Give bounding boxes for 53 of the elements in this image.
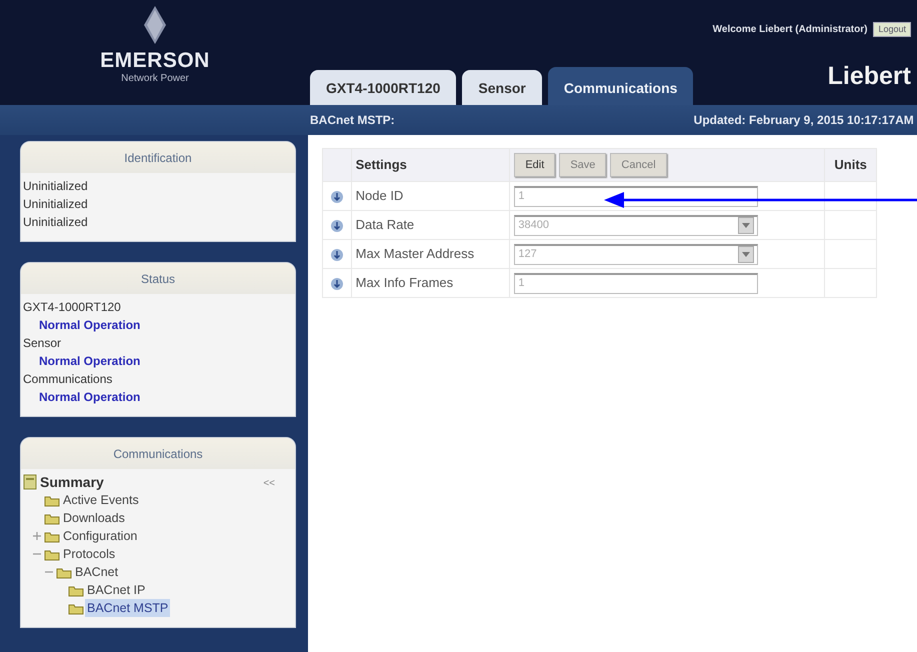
- folder-icon: [44, 548, 60, 560]
- identification-value: Uninitialized: [23, 196, 89, 213]
- dropdown-arrow-icon: [742, 252, 750, 257]
- folder-icon: [68, 602, 84, 614]
- folder-icon: [44, 512, 60, 524]
- tree-item[interactable]: BACnet IP: [85, 581, 148, 599]
- status-text: Normal Operation: [38, 389, 142, 406]
- folder-icon: [56, 566, 72, 578]
- info-icon[interactable]: [330, 276, 344, 291]
- folder-icon: [44, 494, 60, 506]
- device-name: Communications: [23, 371, 114, 388]
- dropdown-arrow-icon: [742, 223, 750, 228]
- tree-item[interactable]: Summary: [38, 473, 106, 491]
- updated-time: Updated: February 9, 2015 10:17:17AM: [694, 112, 914, 129]
- tree-item[interactable]: Protocols: [61, 545, 118, 563]
- status-text: Normal Operation: [38, 353, 142, 370]
- tree-item[interactable]: Downloads: [61, 509, 127, 527]
- brand-tagline: Network Power: [121, 72, 189, 86]
- tab[interactable]: Communications: [548, 67, 694, 105]
- welcome-text: Welcome Liebert (Administrator): [712, 23, 868, 37]
- expand-toggle[interactable]: [33, 532, 41, 540]
- status-text: Normal Operation: [38, 317, 142, 334]
- column-header: Settings: [351, 148, 510, 182]
- toolbar-button[interactable]: Edit: [514, 152, 556, 178]
- tab[interactable]: Sensor: [462, 70, 542, 105]
- identification-value: Uninitialized: [23, 178, 89, 195]
- product-logo: Liebert: [828, 60, 912, 92]
- setting-label: Data Rate: [351, 210, 510, 240]
- setting-label: Node ID: [351, 182, 510, 210]
- logout-button[interactable]: Logout: [873, 22, 911, 37]
- info-icon[interactable]: [330, 190, 344, 204]
- tab[interactable]: GXT4-1000RT120: [310, 70, 456, 105]
- logo-icon: [144, 6, 166, 44]
- panel-title: Communications: [21, 438, 295, 469]
- tree-item[interactable]: Active Events: [61, 491, 141, 509]
- setting-label: Max Master Address: [351, 240, 510, 268]
- tree-item[interactable]: BACnet MSTP: [85, 599, 170, 617]
- folder-icon: [44, 530, 60, 542]
- tree-item[interactable]: BACnet: [73, 563, 120, 581]
- info-icon[interactable]: [330, 248, 344, 262]
- tree-item[interactable]: Configuration: [61, 527, 140, 545]
- device-name: Sensor: [23, 335, 62, 352]
- page-icon: [23, 474, 37, 490]
- brand-name: EMERSON: [100, 50, 210, 71]
- panel-title: Identification: [21, 142, 295, 173]
- device-name: GXT4-1000RT120: [23, 299, 122, 316]
- setting-label: Max Info Frames: [351, 268, 510, 298]
- info-icon[interactable]: [330, 218, 344, 233]
- panel-title: Status: [21, 263, 295, 294]
- page-title: BACnet MSTP:: [310, 112, 395, 129]
- identification-value: Uninitialized: [23, 214, 89, 231]
- folder-icon: [68, 584, 84, 596]
- column-header: Units: [824, 148, 876, 182]
